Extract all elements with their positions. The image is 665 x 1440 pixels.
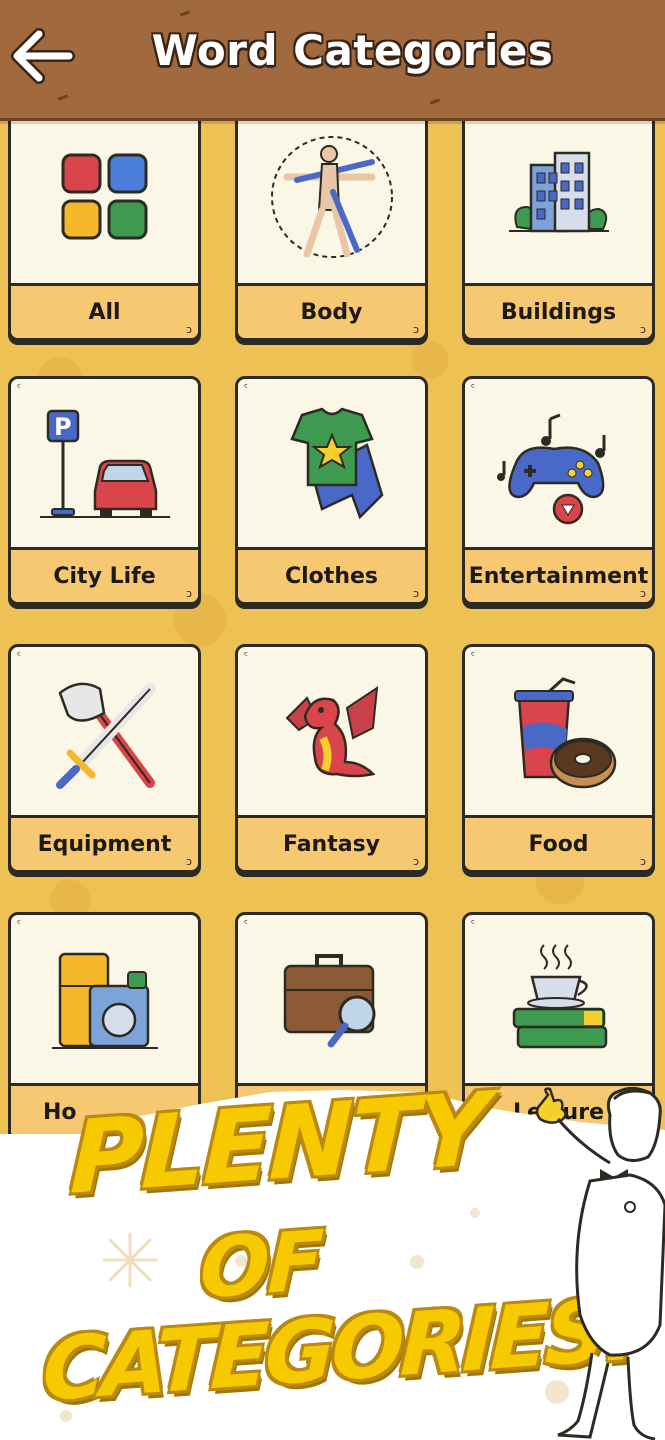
office-building-icon — [508, 151, 609, 232]
corner-doodle: ↄ — [185, 323, 192, 336]
corner-doodle: ᶜ — [471, 649, 476, 662]
confetti-dot — [470, 1208, 480, 1218]
category-label: Food — [465, 815, 652, 870]
corner-doodle: ᶜ — [471, 381, 476, 394]
corner-doodle: ᶜ — [244, 381, 249, 394]
corner-doodle: ᶜ — [244, 917, 249, 930]
parking-car-icon: P — [39, 409, 170, 518]
category-card-clothes[interactable]: Clothes ᶜ ↄ — [235, 376, 428, 605]
corner-doodle: ↄ — [412, 587, 419, 600]
category-art — [238, 379, 425, 550]
corner-doodle: ↄ — [639, 323, 646, 336]
axe-sword-icon — [55, 682, 156, 789]
header-doodle — [429, 98, 441, 105]
briefcase-magnifier-icon — [283, 953, 375, 1047]
corner-doodle: ↄ — [185, 855, 192, 868]
category-label: Fantasy — [238, 815, 425, 870]
fridge-washer-icon — [51, 952, 158, 1049]
category-label: Entertainment — [465, 547, 652, 602]
page-title: Word Categories — [151, 26, 554, 75]
tea-books-icon — [512, 943, 607, 1048]
svg-text:P: P — [54, 413, 72, 441]
category-card-all[interactable]: All ↄ — [8, 104, 201, 341]
top-bar: Word Categories — [0, 0, 665, 121]
corner-doodle: ↄ — [639, 587, 646, 600]
category-card-body[interactable]: Body ↄ — [235, 104, 428, 341]
category-art — [465, 647, 652, 818]
corner-doodle: ᶜ — [17, 917, 22, 930]
back-button[interactable] — [6, 24, 78, 88]
category-card-equipment[interactable]: Equipment ᶜ ↄ — [8, 644, 201, 873]
category-card-buildings[interactable]: Buildings ↄ — [462, 104, 655, 341]
corner-doodle: ᶜ — [17, 381, 22, 394]
corner-doodle: ᶜ — [17, 649, 22, 662]
header-doodle — [57, 94, 69, 101]
confetti-dot — [410, 1255, 424, 1269]
category-art — [238, 647, 425, 818]
header-doodle — [179, 10, 191, 17]
category-label: All — [11, 283, 198, 338]
corner-doodle: ↄ — [639, 855, 646, 868]
category-label: City Life — [11, 547, 198, 602]
category-card-entertainment[interactable]: Entertainment ᶜ ↄ — [462, 376, 655, 605]
category-art — [465, 107, 652, 286]
corner-doodle: ᶜ — [471, 917, 476, 930]
category-card-food[interactable]: Food ᶜ ↄ — [462, 644, 655, 873]
corner-doodle: ↄ — [412, 855, 419, 868]
four-squares-icon — [61, 153, 147, 239]
category-art: P — [11, 379, 198, 550]
corner-doodle: ᶜ — [244, 649, 249, 662]
category-art — [11, 107, 198, 286]
back-arrow-icon — [11, 28, 75, 84]
tshirt-jeans-icon — [289, 407, 383, 519]
gamepad-icon — [496, 413, 605, 524]
category-label: Body — [238, 283, 425, 338]
category-label: Clothes — [238, 547, 425, 602]
vitruvian-man-icon — [270, 135, 393, 258]
category-label: Buildings — [465, 283, 652, 338]
category-art — [238, 107, 425, 286]
sparkle-icon — [102, 1232, 158, 1288]
category-label: Equipment — [11, 815, 198, 870]
category-art — [11, 647, 198, 818]
category-art — [465, 379, 652, 550]
corner-doodle: ↄ — [412, 323, 419, 336]
category-card-city-life[interactable]: P City Life ᶜ ↄ — [8, 376, 201, 605]
dragon-icon — [285, 685, 378, 777]
corner-doodle: ↄ — [185, 587, 192, 600]
mascot-man — [535, 1086, 665, 1440]
category-card-fantasy[interactable]: Fantasy ᶜ ↄ — [235, 644, 428, 873]
drink-donut-icon — [513, 676, 616, 788]
